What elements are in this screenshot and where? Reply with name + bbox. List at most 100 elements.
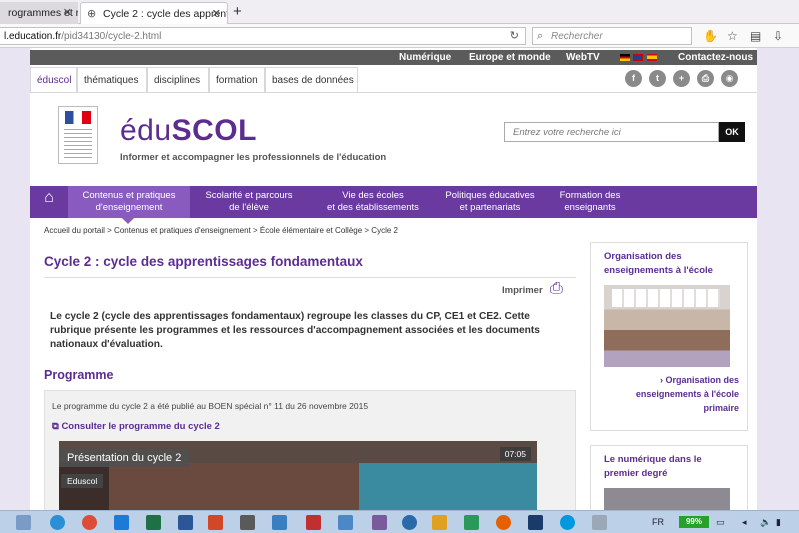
firefox-icon[interactable]: [496, 515, 511, 530]
page-title: Cycle 2 : cycle des apprentissages fonda…: [44, 254, 363, 269]
link-webtv[interactable]: WebTV: [566, 52, 600, 63]
chevron-left-icon[interactable]: ◂: [742, 517, 747, 528]
app-icon[interactable]: [272, 515, 287, 530]
nav-scolarite-parcours[interactable]: Scolarité et parcours de l'élève: [190, 186, 308, 218]
print-icon[interactable]: ⎙: [697, 70, 714, 87]
reading-list-icon[interactable]: ▤: [750, 29, 761, 43]
battery-icon[interactable]: ▭: [716, 517, 725, 528]
top-links-bar: Numérique Europe et monde WebTV Contacte…: [30, 50, 757, 65]
browser-tab-bar: rogrammes et r... ✕ ⊕ Cycle 2 : cycle de…: [0, 0, 799, 24]
sidebar-box-organisation: Organisation des enseignements à l'école…: [590, 242, 748, 431]
browser-tab-programmes[interactable]: rogrammes et r... ✕: [0, 2, 78, 24]
section-heading-programme: Programme: [44, 368, 114, 382]
google-plus-icon[interactable]: +: [673, 70, 690, 87]
skype-icon[interactable]: [560, 515, 575, 530]
sidebar-link-organisation[interactable]: › Organisation des enseignements à l'éco…: [611, 373, 739, 415]
app-icon[interactable]: [432, 515, 447, 530]
app-icon[interactable]: [306, 515, 321, 530]
nav-politiques-educatives[interactable]: Politiques éducatives et partenariats: [438, 186, 542, 218]
volume-icon[interactable]: 🔈: [760, 517, 771, 528]
tab-label: Cycle 2 : cycle des apprenti...: [103, 8, 228, 20]
video-duration: 07:05: [499, 447, 531, 461]
dropbox-icon[interactable]: [114, 515, 129, 530]
site-tagline: Informer et accompagner les professionne…: [120, 152, 387, 163]
bookmark-star-icon[interactable]: ☆: [727, 29, 738, 43]
file-explorer-icon[interactable]: [16, 515, 31, 530]
app-icon[interactable]: [402, 515, 417, 530]
tab-bases-donnees[interactable]: bases de données: [265, 67, 358, 93]
intro-paragraph: Le cycle 2 (cycle des apprentissages fon…: [50, 311, 540, 350]
home-icon[interactable]: ⌂: [30, 186, 68, 218]
eduscol-logo[interactable]: éduSCOL: [120, 114, 257, 148]
numerique-thumbnail[interactable]: [604, 488, 730, 510]
site-search-ok-button[interactable]: OK: [719, 122, 745, 142]
german-flag-icon[interactable]: [620, 54, 630, 61]
reload-icon[interactable]: ↻: [510, 29, 519, 42]
tab-thematiques[interactable]: thématiques: [77, 67, 147, 93]
sidebar-box-title[interactable]: Le numérique dans le premier degré: [604, 453, 734, 481]
video-source-badge: Eduscol: [61, 474, 104, 488]
url-path: /pid34130/cycle-2.html: [61, 31, 162, 42]
tab-disciplines[interactable]: disciplines: [147, 67, 209, 93]
facebook-icon[interactable]: f: [625, 70, 642, 87]
address-bar[interactable]: l.education.fr/pid34130/cycle-2.html ↻: [0, 27, 526, 45]
powerpoint-icon[interactable]: [208, 515, 223, 530]
new-tab-button[interactable]: +: [233, 3, 242, 20]
browser-search-input[interactable]: ⌕ Rechercher: [532, 27, 692, 45]
download-icon[interactable]: ⇩: [773, 29, 783, 43]
eduscol-page: Numérique Europe et monde WebTV Contacte…: [30, 48, 757, 510]
browser-nav-bar: l.education.fr/pid34130/cycle-2.html ↻ ⌕…: [0, 24, 799, 48]
nav-formation-enseignants[interactable]: Formation des enseignants: [542, 186, 638, 218]
close-tab-icon[interactable]: ✕: [63, 6, 72, 19]
word-icon[interactable]: [178, 515, 193, 530]
close-tab-icon[interactable]: ✕: [212, 7, 221, 20]
app-icon[interactable]: [528, 515, 543, 530]
printer-icon[interactable]: ⎙: [550, 280, 563, 298]
sidebar-box-numerique: Le numérique dans le premier degré: [590, 445, 748, 510]
windows-taskbar: FR 99% ▭ ◂ 🔈 ▮: [0, 510, 799, 533]
app-icon[interactable]: [338, 515, 353, 530]
twitter-icon[interactable]: t: [649, 70, 666, 87]
site-search-input[interactable]: Entrez votre recherche ici: [504, 122, 719, 142]
spanish-flag-icon[interactable]: [647, 54, 657, 61]
sidebar-box-title[interactable]: Organisation des enseignements à l'école: [604, 250, 734, 278]
app-icon[interactable]: [592, 515, 607, 530]
video-title: Présentation du cycle 2: [59, 449, 190, 467]
classroom-photo[interactable]: [604, 285, 730, 367]
nav-vie-ecoles[interactable]: Vie des écoles et des établissements: [308, 186, 438, 218]
language-indicator[interactable]: FR: [652, 517, 664, 527]
nav-contenus-pratiques[interactable]: Contenus et pratiques d'enseignement: [68, 186, 190, 218]
search-placeholder: Rechercher: [551, 31, 603, 42]
link-contact[interactable]: Contactez-nous: [678, 52, 753, 63]
programme-box: Le programme du cycle 2 a été publié au …: [44, 390, 576, 510]
video-player[interactable]: Présentation du cycle 2 07:05 Eduscol: [59, 441, 537, 510]
excel-icon[interactable]: [146, 515, 161, 530]
uk-flag-icon[interactable]: [633, 54, 643, 61]
link-europe-monde[interactable]: Europe et monde: [469, 52, 551, 63]
title-divider: [44, 277, 576, 278]
addon-icon[interactable]: ✋: [703, 29, 718, 43]
globe-icon: ⊕: [87, 8, 97, 20]
battery-indicator[interactable]: 99%: [679, 516, 709, 528]
app-icon[interactable]: [372, 515, 387, 530]
link-numerique[interactable]: Numérique: [399, 52, 451, 63]
search-icon: ⌕: [537, 30, 544, 42]
browser-tab-cycle2[interactable]: ⊕ Cycle 2 : cycle des apprenti... ✕: [80, 2, 228, 24]
breadcrumb[interactable]: Accueil du portail > Contenus et pratiqu…: [44, 226, 398, 235]
nav-current-indicator: [122, 218, 134, 224]
republique-francaise-logo: [58, 106, 98, 164]
programme-link[interactable]: ⧉ Consulter le programme du cycle 2: [52, 421, 220, 432]
app-icon[interactable]: [464, 515, 479, 530]
tab-eduscol[interactable]: éduscol: [30, 67, 77, 93]
print-label[interactable]: Imprimer: [502, 285, 543, 296]
chrome-icon[interactable]: [82, 515, 97, 530]
ie-icon[interactable]: [50, 515, 65, 530]
app-icon[interactable]: [240, 515, 255, 530]
url-host: l.education.fr: [4, 31, 62, 42]
marianne-flag-icon: [65, 111, 91, 124]
rss-icon[interactable]: ◉: [721, 70, 738, 87]
main-navigation: ⌂ Contenus et pratiques d'enseignement S…: [30, 186, 757, 218]
tab-formation[interactable]: formation: [209, 67, 265, 93]
programme-note: Le programme du cycle 2 a été publié au …: [52, 401, 369, 411]
network-icon[interactable]: ▮: [776, 517, 781, 528]
